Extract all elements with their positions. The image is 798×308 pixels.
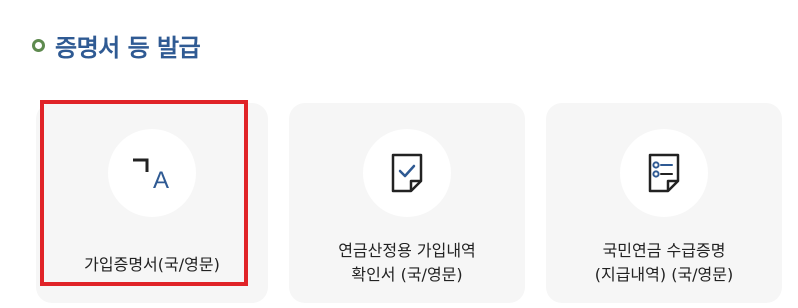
translate-icon: A bbox=[133, 158, 169, 194]
card-enrollment-certificate[interactable]: A 가입증명서(국/영문) bbox=[36, 100, 268, 303]
card-pension-enrollment-record[interactable]: 연금산정용 가입내역 확인서 (국/영문) bbox=[289, 103, 525, 303]
card-pension-benefit-certificate[interactable]: 국민연금 수급증명 (지급내역) (국/영문) bbox=[546, 103, 782, 303]
svg-text:A: A bbox=[153, 167, 169, 194]
card-label: 연금산정용 가입내역 확인서 (국/영문) bbox=[338, 241, 476, 284]
bullet-icon bbox=[32, 39, 45, 52]
document-list-icon bbox=[648, 153, 680, 193]
section-header: 증명서 등 발급 bbox=[32, 28, 201, 63]
icon-circle bbox=[620, 129, 708, 217]
section-title: 증명서 등 발급 bbox=[55, 34, 201, 62]
card-label: 국민연금 수급증명 (지급내역) (국/영문) bbox=[594, 241, 734, 284]
card-label: 가입증명서(국/영문) bbox=[84, 255, 220, 274]
icon-circle bbox=[363, 129, 451, 217]
icon-circle: A bbox=[108, 129, 196, 217]
document-check-icon bbox=[391, 153, 423, 193]
